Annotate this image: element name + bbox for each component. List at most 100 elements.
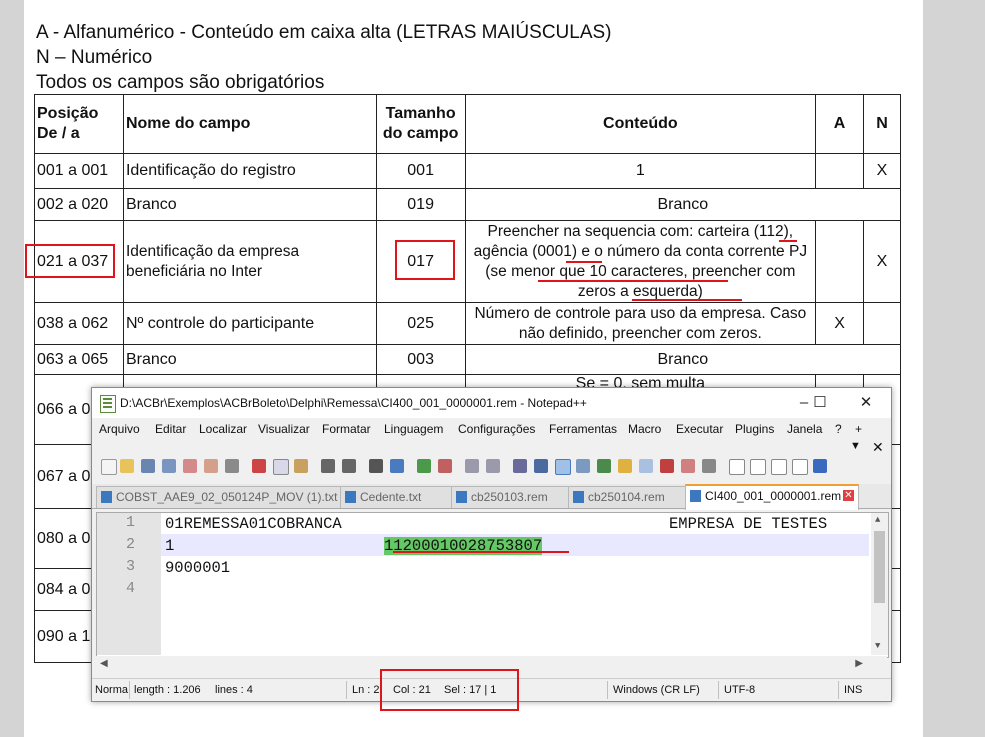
menu-ferramentas[interactable]: Ferramentas [549,422,617,436]
save-icon[interactable] [141,459,155,473]
legend-numerico: N – Numérico [36,47,153,68]
undo-icon[interactable] [321,459,335,473]
cell-content: 1 [464,153,817,189]
line-number: 4 [125,580,135,597]
cell-content: Branco [464,344,902,375]
word-wrap-icon[interactable] [513,459,527,473]
cell-name: Nº controle do participante [122,302,377,345]
close-button[interactable]: ✕ [849,392,883,414]
sync-vertical-icon[interactable] [465,459,479,473]
dropdown-arrow-icon[interactable]: ▼ [850,440,861,452]
folder-icon[interactable] [681,459,695,473]
tab-cb250103[interactable]: cb250103.rem [451,486,569,508]
table-row: 002 a 020 Branco 019 Branco [34,188,902,221]
scroll-up-icon[interactable]: ▲ [875,515,880,525]
run-multiple-macro-icon[interactable] [792,459,808,475]
close-file-icon[interactable] [183,459,197,473]
menu-plus[interactable]: + [855,422,862,436]
indent-guide-icon[interactable] [555,459,571,475]
table-row: 063 a 065 Branco 003 Branco [34,344,902,375]
monitor-icon[interactable] [660,459,674,473]
zoom-in-icon[interactable] [417,459,431,473]
toolbar [92,454,891,480]
cell-name: Identificação da empresa beneficiária no… [122,220,377,303]
scroll-left-icon[interactable]: ◀ [100,658,108,669]
print-icon[interactable] [225,459,239,473]
zoom-out-icon[interactable] [438,459,452,473]
close-all-icon[interactable] [204,459,218,473]
udl-icon[interactable] [597,459,611,473]
save-macro-icon[interactable] [813,459,827,473]
menu-janela[interactable]: Janela [787,422,822,436]
menu-macro[interactable]: Macro [628,422,661,436]
cell-a: X [815,302,865,345]
tab-cobst[interactable]: COBST_AAE9_02_050124P_MOV (1).txt [96,486,341,508]
maximize-button[interactable]: ☐ [803,392,837,414]
cell-n: X [863,153,901,189]
status-encoding: UTF-8 [724,684,756,696]
tab-cb250104[interactable]: cb250104.rem [568,486,686,508]
file-icon [573,491,584,503]
menu-bar: Arquivo Editar Localizar Visualizar Form… [92,418,891,440]
cell-size: 001 [375,153,466,189]
title-bar[interactable]: D:\ACBr\Exemplos\ACBrBoleto\Delphi\Remes… [92,388,891,418]
file-icon [456,491,467,503]
line-number: 3 [125,558,135,575]
folder-workspace-icon[interactable] [639,459,653,473]
eye-icon[interactable] [702,459,716,473]
find-icon[interactable] [369,459,383,473]
doc-map-icon[interactable] [576,459,590,473]
menu-visualizar[interactable]: Visualizar [258,422,310,436]
cell-content: Branco [464,188,902,221]
sync-horizontal-icon[interactable] [486,459,500,473]
cell-name: Branco [122,344,377,375]
cut-icon[interactable] [252,459,266,473]
cell-n: X [863,220,901,303]
scroll-down-icon[interactable]: ▼ [875,641,880,651]
underline-agencia [566,261,602,263]
legend-obrigatorios: Todos os campos são obrigatórios [36,72,325,93]
cell-n [863,302,901,345]
function-list-icon[interactable] [618,459,632,473]
tab-ci400[interactable]: CI400_001_0000001.rem ✕ [685,484,859,510]
scroll-right-icon[interactable]: ▶ [855,658,863,669]
menu-help[interactable]: ? [835,422,842,436]
open-file-icon[interactable] [120,459,134,473]
editor-area[interactable]: 1 2 3 4 01REMESSA01COBRANCA EMPRESA DE T… [96,512,889,658]
show-all-chars-icon[interactable] [534,459,548,473]
close-tab-icon[interactable]: ✕ [843,490,854,501]
status-ln: Ln : 2 [352,684,380,696]
cell-pos: 002 a 020 [34,188,124,221]
menu-linguagem[interactable]: Linguagem [384,422,443,436]
replace-icon[interactable] [390,459,404,473]
code-line-3: 9000001 [165,559,231,577]
cell-content: Preencher na sequencia com: carteira (11… [464,220,817,303]
vertical-scrollbar[interactable]: ▲ ▼ [871,513,888,655]
header-conteudo: Conteúdo [464,94,817,154]
underline-zeros [632,299,742,301]
menu-editar[interactable]: Editar [155,422,186,436]
menu-formatar[interactable]: Formatar [322,422,371,436]
tab-cedente[interactable]: Cedente.txt [340,486,452,508]
tab-bar: COBST_AAE9_02_050124P_MOV (1).txt Cedent… [92,484,891,510]
status-ins: INS [844,684,863,696]
menu-arquivo[interactable]: Arquivo [99,422,140,436]
save-all-icon[interactable] [162,459,176,473]
menu-executar[interactable]: Executar [676,422,723,436]
header-posicao: Posição De / a [34,94,124,154]
stop-macro-icon[interactable] [750,459,766,475]
menu-configuracoes[interactable]: Configurações [458,422,535,436]
code-line-1: 01REMESSA01COBRANCA [165,515,342,533]
header-n: N [863,94,901,154]
redo-icon[interactable] [342,459,356,473]
menu-plugins[interactable]: Plugins [735,422,774,436]
scrollbar-thumb[interactable] [874,531,885,603]
underline-pj [538,280,728,282]
new-file-icon[interactable] [101,459,117,475]
menu-localizar[interactable]: Localizar [199,422,247,436]
play-macro-icon[interactable] [771,459,787,475]
copy-icon[interactable] [273,459,289,475]
paste-icon[interactable] [294,459,308,473]
notepadpp-window: D:\ACBr\Exemplos\ACBrBoleto\Delphi\Remes… [91,387,892,702]
record-macro-icon[interactable] [729,459,745,475]
